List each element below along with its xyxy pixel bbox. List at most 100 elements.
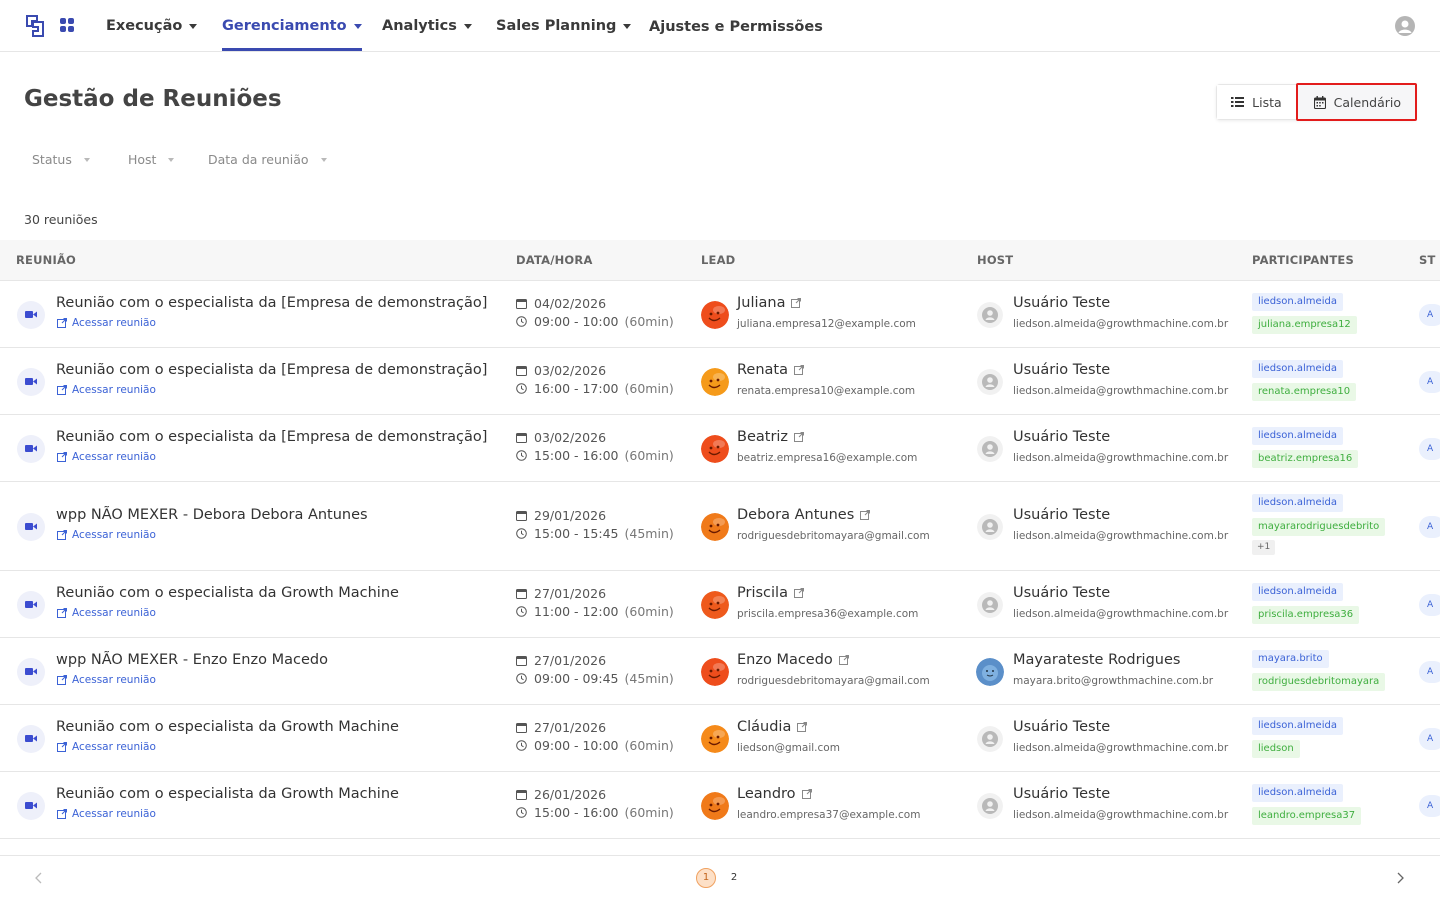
meeting-time: 15:00 - 16:00 (60min) bbox=[516, 805, 674, 820]
nav-item-3[interactable]: Analytics bbox=[382, 0, 472, 52]
meeting-date: 27/01/2026 bbox=[516, 720, 606, 735]
meeting-time-value: 15:00 - 16:00 bbox=[534, 447, 619, 463]
participant-tag: liedson.almeida bbox=[1252, 293, 1343, 311]
video-camera-icon bbox=[17, 300, 45, 329]
calendar-icon bbox=[516, 789, 534, 800]
access-meeting-link[interactable]: Acessar reunião bbox=[57, 384, 156, 396]
access-meeting-link[interactable]: Acessar reunião bbox=[57, 451, 156, 463]
lead-name[interactable]: Cláudia bbox=[737, 719, 808, 735]
host-avatar bbox=[976, 657, 1004, 686]
external-link-icon bbox=[788, 431, 805, 442]
lead-avatar bbox=[701, 367, 729, 396]
meeting-title[interactable]: Reunião com o especialista da Growth Mac… bbox=[56, 786, 399, 802]
status-badge: A bbox=[1419, 593, 1440, 616]
lead-name[interactable]: Juliana bbox=[737, 295, 802, 311]
nav-item-4[interactable]: Sales Planning bbox=[496, 0, 632, 52]
apps-grid-icon[interactable] bbox=[60, 18, 74, 32]
meeting-date-value: 27/01/2026 bbox=[534, 585, 607, 601]
nav-item-2[interactable]: Gerenciamento bbox=[222, 0, 362, 52]
lead-name[interactable]: Beatriz bbox=[737, 428, 805, 445]
clock-icon bbox=[516, 672, 534, 684]
host-name: Usuário Teste bbox=[1013, 785, 1111, 802]
access-meeting-link[interactable]: Acessar reunião bbox=[57, 674, 156, 686]
access-meeting-label: Acessar reunião bbox=[72, 450, 156, 463]
status-badge: A bbox=[1419, 794, 1440, 817]
access-meeting-link[interactable]: Acessar reunião bbox=[57, 607, 156, 619]
lead-email: leandro.empresa37@example.com bbox=[737, 808, 921, 821]
lead-name[interactable]: Renata bbox=[737, 362, 804, 378]
meeting-title[interactable]: Reunião com o especialista da Growth Mac… bbox=[56, 719, 399, 735]
filter-host[interactable]: Host bbox=[128, 152, 175, 167]
meeting-date-value: 03/02/2026 bbox=[534, 429, 607, 445]
meeting-time: 09:00 - 10:00 (60min) bbox=[516, 314, 674, 329]
host-name: Usuário Teste bbox=[1013, 428, 1111, 445]
access-meeting-link[interactable]: Acessar reunião bbox=[57, 741, 156, 753]
meeting-title[interactable]: Reunião com o especialista da [Empresa d… bbox=[56, 429, 487, 445]
status-badge: A bbox=[1419, 515, 1440, 538]
list-icon bbox=[1231, 97, 1245, 107]
external-link-icon bbox=[57, 529, 72, 540]
host-name: Usuário Teste bbox=[1013, 506, 1111, 523]
nav-item-label: Gerenciamento bbox=[222, 18, 347, 34]
lead-avatar bbox=[701, 791, 729, 820]
lead-avatar bbox=[701, 657, 729, 686]
access-meeting-link[interactable]: Acessar reunião bbox=[57, 529, 156, 541]
chevron-down-icon bbox=[320, 157, 327, 162]
list-view-button[interactable]: Lista bbox=[1217, 85, 1296, 119]
host-avatar bbox=[977, 368, 1003, 395]
chevron-left-icon[interactable] bbox=[34, 872, 44, 884]
meeting-title[interactable]: Reunião com o especialista da Growth Mac… bbox=[56, 585, 399, 601]
table-row: Reunião com o especialista da Growth Mac… bbox=[0, 705, 1440, 772]
user-avatar-icon[interactable] bbox=[1395, 16, 1415, 36]
filter-meeting-date[interactable]: Data da reunião bbox=[208, 152, 327, 167]
meeting-title[interactable]: wpp NÃO MEXER - Enzo Enzo Macedo bbox=[56, 652, 328, 668]
meeting-duration: (45min) bbox=[624, 525, 674, 541]
host-avatar bbox=[977, 792, 1003, 819]
chevron-down-icon bbox=[353, 23, 362, 29]
nav-item-label: Sales Planning bbox=[496, 18, 617, 34]
meeting-duration: (60min) bbox=[624, 380, 674, 396]
calendar-icon bbox=[516, 432, 534, 443]
calendar-view-button[interactable]: Calendário bbox=[1295, 83, 1417, 121]
participant-tag: rodriguesdebritomayara bbox=[1252, 673, 1386, 691]
meeting-title[interactable]: Reunião com o especialista da [Empresa d… bbox=[56, 295, 487, 311]
lead-name[interactable]: Leandro bbox=[737, 786, 812, 802]
filter-host-label: Host bbox=[128, 152, 157, 167]
meeting-time-value: 16:00 - 17:00 bbox=[534, 380, 619, 396]
meeting-time-value: 11:00 - 12:00 bbox=[534, 603, 619, 619]
meeting-title[interactable]: Reunião com o especialista da [Empresa d… bbox=[56, 362, 487, 378]
external-link-icon bbox=[788, 587, 804, 598]
host-name: Usuário Teste bbox=[1013, 294, 1111, 311]
lead-name-label: Priscila bbox=[737, 584, 788, 601]
access-meeting-link[interactable]: Acessar reunião bbox=[57, 808, 156, 820]
participant-tag: liedson.almeida bbox=[1252, 583, 1343, 601]
lead-email: rodriguesdebritomayara@gmail.com bbox=[737, 529, 930, 542]
lead-name[interactable]: Priscila bbox=[737, 585, 804, 601]
lead-name-label: Beatriz bbox=[737, 428, 789, 445]
chevron-right-icon[interactable] bbox=[1395, 872, 1405, 884]
page-1[interactable]: 1 bbox=[696, 868, 716, 888]
table-header: REUNIÃO DATA/HORA LEAD HOST PARTICIPANTE… bbox=[0, 240, 1440, 281]
lead-name[interactable]: Enzo Macedo bbox=[737, 652, 849, 668]
host-name: Usuário Teste bbox=[1013, 584, 1111, 601]
video-camera-icon bbox=[17, 512, 45, 541]
page-2[interactable]: 2 bbox=[724, 868, 744, 888]
access-meeting-label: Acessar reunião bbox=[72, 807, 156, 820]
meeting-time-value: 09:00 - 10:00 bbox=[534, 313, 619, 329]
lead-name[interactable]: Debora Antunes bbox=[737, 507, 871, 523]
nav-item-5[interactable]: Ajustes e Permissões bbox=[649, 1, 823, 53]
access-meeting-label: Acessar reunião bbox=[72, 606, 156, 619]
external-link-icon bbox=[796, 788, 812, 799]
filter-status[interactable]: Status bbox=[32, 152, 90, 167]
meeting-date-value: 29/01/2026 bbox=[534, 507, 607, 523]
host-email: liedson.almeida@growthmachine.com.br bbox=[1013, 384, 1229, 397]
calendar-icon bbox=[516, 298, 534, 309]
status-badge: A bbox=[1419, 303, 1440, 326]
participant-tag: +1 bbox=[1252, 540, 1276, 555]
meeting-title[interactable]: wpp NÃO MEXER - Debora Debora Antunes bbox=[56, 507, 368, 523]
logo-icon[interactable] bbox=[26, 15, 44, 37]
video-camera-icon bbox=[17, 367, 45, 396]
access-meeting-link[interactable]: Acessar reunião bbox=[57, 317, 156, 329]
nav-item-1[interactable]: Execução bbox=[106, 0, 198, 52]
video-camera-icon bbox=[17, 434, 45, 463]
